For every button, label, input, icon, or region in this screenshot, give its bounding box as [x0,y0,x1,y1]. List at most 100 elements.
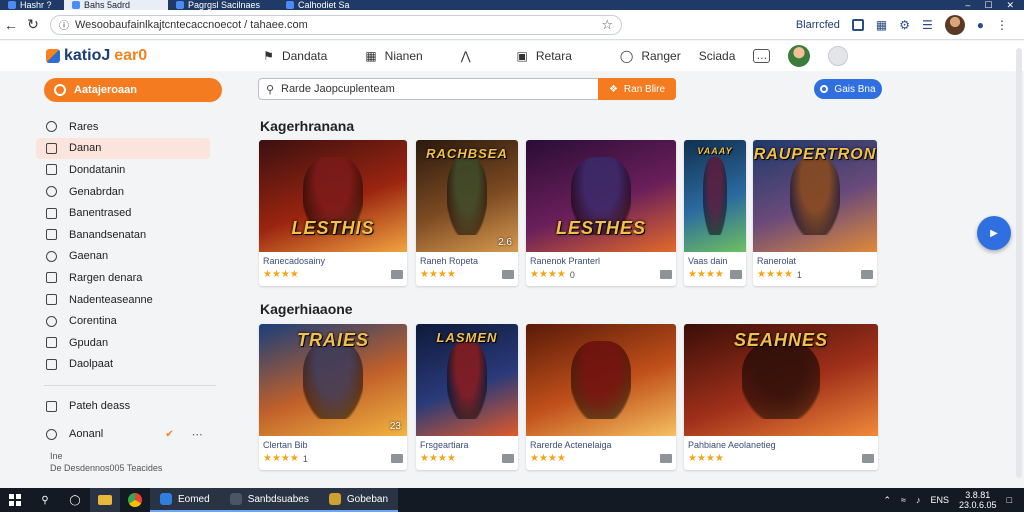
bookmark-icon[interactable] [660,270,672,279]
sidebar-item[interactable]: Banandsenatan [36,224,222,246]
game-name[interactable]: Ranenok Pranterl [530,256,672,266]
more-dots-icon[interactable]: ⋯ [192,428,203,441]
sidebar-footer-item-1[interactable]: Pateh deass [36,394,222,418]
game-card[interactable]: VAAAY Vaas dain ★★★★ [684,140,746,286]
back-icon[interactable]: ← [0,14,22,36]
game-card[interactable]: LASMEN Frsgeartiara ★★★★ [416,324,518,470]
bookmark-icon[interactable] [862,454,874,463]
site-info-icon[interactable]: ⓘ [59,17,69,32]
file-explorer-icon[interactable] [90,488,120,512]
clock[interactable]: 3.8.81 23.0.6.05 [959,490,997,510]
header-sciada[interactable]: Sciada [699,49,736,63]
reload-icon[interactable]: ↻ [22,14,44,36]
close-icon[interactable]: ✕ [1006,0,1014,11]
sidebar-primary-button[interactable]: Aatajeroaan [44,78,222,102]
chevron-down-icon[interactable]: ✔ [165,429,173,440]
maximize-icon[interactable]: ☐ [984,0,992,11]
sidebar-item[interactable]: Danan [36,137,210,160]
search-input[interactable]: Rarde Jaopcuplenteam [281,83,598,95]
address-bar[interactable]: ⓘ Wesoobaufainlkajtcntecaccnoecot / taha… [50,14,622,35]
nav-item-nianen[interactable]: ▦ Nianen [365,49,422,63]
game-name[interactable]: Raneh Ropeta [420,256,514,266]
game-card[interactable]: LESTHES Ranenok Pranterl ★★★★ 0 [526,140,676,286]
network-icon[interactable]: ≈ [901,495,906,505]
bookmark-icon[interactable] [502,270,514,279]
game-thumbnail[interactable]: RACHBSEA 2.6 [416,140,518,252]
chevron-up-icon[interactable]: ⌃ [884,495,892,506]
game-card[interactable]: RACHBSEA 2.6 Raneh Ropeta ★★★★ [416,140,518,286]
sidebar-item[interactable]: Rares [36,116,222,138]
sidebar-item[interactable]: Dondatanin [36,159,222,181]
game-thumbnail[interactable]: SEAHNES [684,324,878,436]
game-thumbnail[interactable]: LASMEN [416,324,518,436]
game-name[interactable]: Clertan Bib [263,440,403,450]
notification-icon[interactable]: ● [977,18,984,32]
chrome-icon[interactable] [120,488,150,512]
taskbar-app[interactable]: Gobeban [318,488,399,512]
sidebar-item[interactable]: Genabrdan [36,181,222,203]
settings-icon[interactable]: ⚙ [899,18,910,32]
game-card[interactable]: SEAHNES Pahbiane Aeolanetieg ★★★★ [684,324,878,470]
more-icon[interactable]: ⋮ [996,18,1008,32]
game-card[interactable]: RAUPERTRON Ranerolat ★★★★ 1 [753,140,877,286]
taskbar-app[interactable]: Eomed [150,488,220,512]
start-button[interactable] [0,488,30,512]
game-thumbnail[interactable]: RAUPERTRON [753,140,877,252]
site-logo[interactable]: katioJ ear0 [46,47,147,65]
sidebar-item[interactable]: Banentrased [36,202,222,224]
game-name[interactable]: Ranerolat [757,256,873,266]
sidebar-item[interactable]: Daolpaat [36,354,222,376]
browser-tab[interactable]: Pagrgsl Sacilnaes [168,0,278,10]
game-thumbnail[interactable]: LESTHES [526,140,676,252]
game-name[interactable]: Rarerde Actenelaiga [530,440,672,450]
sidebar-item[interactable]: Nadenteaseanne [36,289,222,311]
bookmark-icon[interactable] [391,270,403,279]
game-name[interactable]: Pahbiane Aeolanetieg [688,440,874,450]
user-avatar[interactable] [788,45,811,67]
game-card[interactable]: LESTHIS Ranecadosainy ★★★★ [259,140,407,286]
tray-language[interactable]: ENS [931,495,950,505]
game-name[interactable]: Frsgeartiara [420,440,514,450]
browser-tab[interactable]: Bahs 5adrd [64,0,168,10]
nav-item-arrow[interactable]: ⋀ [461,49,479,63]
secondary-action-button[interactable]: Gais Bna [814,79,882,99]
game-card[interactable]: TRAIES 23 Clertan Bib ★★★★ 1 [259,324,407,470]
bookmark-star-icon[interactable]: ☆ [601,17,613,33]
search-icon[interactable]: ⚲ [30,488,60,512]
bookmark-icon[interactable] [861,270,873,279]
page-scrollbar[interactable] [1016,48,1022,478]
floating-action-button[interactable]: ▶ [977,216,1011,250]
game-name[interactable]: Vaas dain [688,256,742,266]
minimize-icon[interactable]: – [965,0,970,11]
chat-icon[interactable]: … [753,49,771,63]
bookmark-icon[interactable] [660,454,672,463]
game-name[interactable]: Ranecadosainy [263,256,403,266]
bookmark-icon[interactable] [730,270,742,279]
game-card[interactable]: Rarerde Actenelaiga ★★★★ [526,324,676,470]
volume-icon[interactable]: ♪ [916,495,921,505]
profile-label[interactable]: Blarrcfed [796,19,840,31]
search-button[interactable]: ❖ Ran Blire [598,78,676,100]
bookmark-icon[interactable] [502,454,514,463]
settings-circle-icon[interactable] [828,46,849,66]
game-thumbnail[interactable] [526,324,676,436]
sidebar-footer-item-2[interactable]: Aonanl ✔ ⋯ [36,422,222,446]
bookmark-icon[interactable] [391,454,403,463]
sidebar-item[interactable]: Gaenan [36,246,222,268]
sidebar-item[interactable]: Rargen denara [36,267,222,289]
menu-icon[interactable]: ☰ [922,18,933,32]
browser-avatar[interactable] [944,14,965,35]
sidebar-item[interactable]: Gpudan [36,332,222,354]
notifications-icon[interactable]: □ [1007,495,1012,505]
header-ranger[interactable]: ◯ Ranger [620,49,681,63]
task-view-icon[interactable]: ◯ [60,488,90,512]
grid-apps-icon[interactable]: ▦ [876,18,887,32]
game-thumbnail[interactable]: LESTHIS [259,140,407,252]
extension-icon[interactable] [851,18,864,31]
browser-tab[interactable]: Calhodiet Sa [278,0,388,10]
sidebar-item[interactable]: Corentina [36,310,222,332]
nav-item-dandata[interactable]: ⚑ Dandata [263,49,327,63]
taskbar-app[interactable]: Sanbdsuabes [219,488,319,512]
game-thumbnail[interactable]: VAAAY [684,140,746,252]
nav-item-retara[interactable]: ▣ Retara [517,49,572,63]
